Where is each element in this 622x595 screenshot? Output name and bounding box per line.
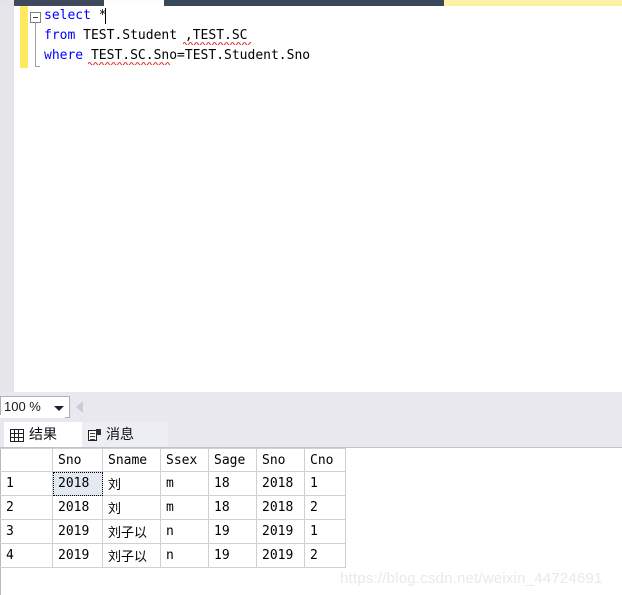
cell-sname[interactable]: 刘 (102, 471, 161, 496)
code-line-3[interactable]: where TEST.SC.Sno=TEST.Student.Sno (44, 47, 310, 65)
outlining-collapse-icon[interactable] (30, 12, 41, 23)
cell-sno[interactable]: 2019 (52, 519, 103, 544)
cell-sno[interactable]: 2018 (52, 495, 103, 520)
tab-results[interactable]: 结果 (4, 422, 82, 448)
cell-sname[interactable]: 刘子以 (102, 519, 161, 544)
grid-header-rownum[interactable] (0, 448, 53, 472)
cell-sage[interactable]: 18 (208, 471, 257, 496)
sql-keyword-from: from (44, 28, 76, 43)
cell-sage[interactable]: 19 (208, 519, 257, 544)
row-number[interactable]: 3 (0, 519, 53, 544)
text-caret (105, 8, 106, 24)
row-number[interactable]: 4 (0, 543, 53, 568)
cell-cno[interactable]: 1 (304, 471, 346, 496)
grid-header-sno[interactable]: Sno (52, 448, 103, 472)
editor-change-bar (20, 6, 28, 68)
sql-keyword-select: select (44, 8, 91, 23)
cell-ssex[interactable]: m (160, 495, 209, 520)
editor-bottom-strip: 100 % (0, 392, 622, 422)
result-grid[interactable]: Sno Sname Ssex Sage Sno Cno 1 2018 刘 m 1… (0, 448, 346, 568)
zoom-combobox-shadow (0, 415, 65, 418)
code-line-1[interactable]: select * (44, 7, 107, 25)
result-pane-tabstrip: 结果 消息 (0, 422, 622, 448)
error-squiggle-test-sc (183, 41, 251, 45)
cell-sno2[interactable]: 2019 (256, 543, 305, 568)
grid-header-cno[interactable]: Cno (304, 448, 346, 472)
cell-cno[interactable]: 2 (304, 495, 346, 520)
cell-sno2[interactable]: 2018 (256, 495, 305, 520)
grid-header-sno2[interactable]: Sno (256, 448, 305, 472)
table-row[interactable]: 2 2018 刘 m 18 2018 2 (0, 495, 346, 520)
cell-ssex[interactable]: m (160, 471, 209, 496)
cell-sno[interactable]: 2019 (52, 543, 103, 568)
outlining-vertical-line (35, 23, 36, 67)
cell-sage[interactable]: 19 (208, 543, 257, 568)
zoom-level-value: 100 % (4, 399, 41, 414)
cell-sname[interactable]: 刘 (102, 495, 161, 520)
sql-keyword-where: where (44, 48, 84, 63)
sql-code-editor[interactable]: select * from TEST.Student ,TEST.SC wher… (0, 6, 622, 392)
message-icon (88, 428, 101, 442)
chevron-down-icon[interactable] (54, 406, 64, 411)
row-number[interactable]: 1 (0, 471, 53, 496)
tab-messages[interactable]: 消息 (82, 422, 168, 448)
grid-header-row: Sno Sname Ssex Sage Sno Cno (0, 448, 346, 472)
error-squiggle-test-sc-sno (88, 61, 170, 65)
cell-ssex[interactable]: n (160, 519, 209, 544)
grid-header-sage[interactable]: Sage (208, 448, 257, 472)
editor-indicator-margin[interactable] (0, 6, 14, 392)
row-number[interactable]: 2 (0, 495, 53, 520)
triangle-left-icon[interactable] (76, 401, 83, 413)
cell-sno2[interactable]: 2019 (256, 519, 305, 544)
table-row[interactable]: 4 2019 刘子以 n 19 2019 2 (0, 543, 346, 568)
cell-cno[interactable]: 2 (304, 543, 346, 568)
tab-results-label: 结果 (29, 426, 57, 443)
cell-sname[interactable]: 刘子以 (102, 543, 161, 568)
cell-sage[interactable]: 18 (208, 495, 257, 520)
grid-icon (10, 428, 24, 442)
outlining-end-tick (35, 66, 40, 67)
table-row[interactable]: 3 2019 刘子以 n 19 2019 1 (0, 519, 346, 544)
cell-sno[interactable]: 2018 (52, 471, 103, 496)
cell-ssex[interactable]: n (160, 543, 209, 568)
watermark-text: https://blog.csdn.net/weixin_44724691 (340, 570, 603, 587)
table-row[interactable]: 1 2018 刘 m 18 2018 1 (0, 471, 346, 496)
cell-cno[interactable]: 1 (304, 519, 346, 544)
cell-sno2[interactable]: 2018 (256, 471, 305, 496)
tab-messages-label: 消息 (106, 426, 134, 443)
grid-header-sname[interactable]: Sname (102, 448, 161, 472)
grid-header-ssex[interactable]: Ssex (160, 448, 209, 472)
